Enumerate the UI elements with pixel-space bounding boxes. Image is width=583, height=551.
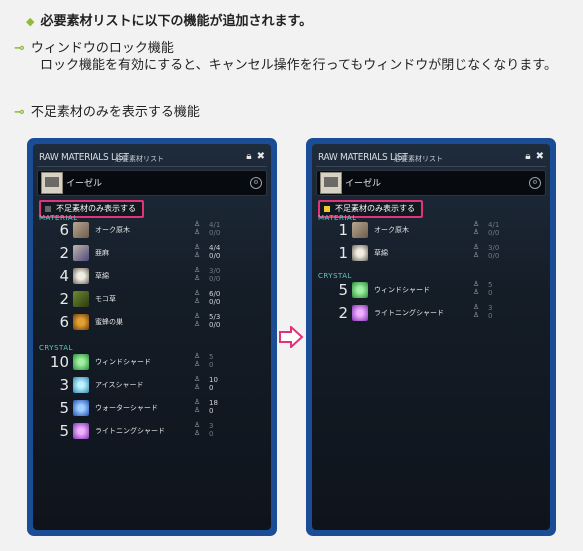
transition-arrow-icon (279, 326, 304, 348)
item-name: イーゼル (345, 179, 382, 189)
list-item[interactable]: 6 オーク原木 ♙ ♙ 4/1 0/0 (33, 220, 271, 240)
window-subtitle: 必要素材リスト (394, 155, 443, 163)
list-item[interactable]: 5 ウォーターシャード ♙ ♙ 18 0 (33, 398, 271, 418)
moko-grass-icon (73, 291, 89, 307)
list-item[interactable]: 2 ライトニングシャード ♙ ♙ 30 (312, 303, 550, 323)
oak-log-icon (73, 222, 89, 238)
cotton-icon (73, 268, 89, 284)
feature-bullet-filter: ⊸ 不足素材のみを表示する機能 (14, 104, 200, 121)
arrow-bullet-icon: ⊸ (14, 41, 25, 56)
recipe-item-bar: イーゼル ⚙ (37, 170, 267, 196)
lock-icon[interactable]: 🔒︎ (246, 151, 251, 162)
inventory-icon: ♙ ♙ (472, 280, 480, 296)
inventory-icon: ♙ ♙ (193, 312, 201, 328)
inventory-icon: ♙ ♙ (193, 266, 201, 282)
section-crystal: CRYSTAL (39, 344, 73, 352)
inventory-icon: ♙ ♙ (472, 220, 480, 236)
checkbox[interactable] (324, 206, 330, 212)
diamond-bullet-icon: ◆ (26, 15, 35, 28)
toggle-label: 不足素材のみ表示する (335, 204, 415, 213)
oak-log-icon (352, 222, 368, 238)
settings-icon[interactable]: ⚙ (529, 177, 541, 189)
window-titlebar: RAW MATERIALS LIST 必要素材リスト 🔒︎ ✖ (37, 150, 267, 167)
arrow-bullet-icon: ⊸ (14, 105, 25, 120)
inventory-icon: ♙ ♙ (193, 398, 201, 414)
window-titlebar: RAW MATERIALS LIST 必要素材リスト 🔒︎ ✖ (316, 150, 546, 167)
lightning-shard-icon (352, 305, 368, 321)
list-item[interactable]: 6 蜜蜂の巣 ♙ ♙ 5/3 0/0 (33, 312, 271, 332)
flax-icon (73, 245, 89, 261)
section-crystal: CRYSTAL (318, 272, 352, 280)
list-item[interactable]: 10 ウィンドシャード ♙ ♙ 50 (33, 352, 271, 372)
inventory-icon: ♙ ♙ (193, 352, 201, 368)
list-item[interactable]: 3 アイスシャード ♙ ♙ 10 0 (33, 375, 271, 395)
list-item[interactable]: 5 ライトニングシャード ♙ ♙ 30 (33, 421, 271, 441)
toggle-label: 不足素材のみ表示する (56, 204, 136, 213)
inventory-icon: ♙ ♙ (193, 243, 201, 259)
feature-title: ウィンドウのロック機能 (30, 41, 174, 56)
feature-bullet-lock: ⊸ ウィンドウのロック機能 ロック機能を有効にすると、キャンセル操作を行ってもウィ… (14, 40, 580, 74)
beehive-icon (73, 314, 89, 330)
tools-icon[interactable]: ✖ (536, 151, 544, 162)
feature-description: ロック機能を有効にすると、キャンセル操作を行ってもウィンドウが閉じなくなります。 (40, 58, 558, 73)
checkbox[interactable] (45, 206, 51, 212)
lock-icon[interactable]: 🔒︎ (525, 151, 530, 162)
lightning-shard-icon (73, 423, 89, 439)
page-heading: ◆ 必要素材リストに以下の機能が追加されます。 (26, 10, 312, 29)
inventory-icon: ♙ ♙ (472, 243, 480, 259)
inventory-icon: ♙ ♙ (472, 303, 480, 319)
wind-shard-icon (73, 354, 89, 370)
raw-materials-window-before: RAW MATERIALS LIST 必要素材リスト 🔒︎ ✖ イーゼル ⚙ 不足… (27, 138, 277, 536)
raw-materials-window-after: RAW MATERIALS LIST 必要素材リスト 🔒︎ ✖ イーゼル ⚙ 不足… (306, 138, 556, 536)
list-item[interactable]: 1 オーク原木 ♙ ♙ 4/1 0/0 (312, 220, 550, 240)
settings-icon[interactable]: ⚙ (250, 177, 262, 189)
item-name: イーゼル (66, 179, 103, 189)
feature-title: 不足素材のみを表示する機能 (30, 105, 200, 120)
list-item[interactable]: 4 草綿 ♙ ♙ 3/0 0/0 (33, 266, 271, 286)
water-shard-icon (73, 400, 89, 416)
window-subtitle: 必要素材リスト (115, 155, 164, 163)
list-item[interactable]: 2 モコ草 ♙ ♙ 6/0 0/0 (33, 289, 271, 309)
inventory-icon: ♙ ♙ (193, 375, 201, 391)
list-item[interactable]: 5 ウィンドシャード ♙ ♙ 50 (312, 280, 550, 300)
cotton-icon (352, 245, 368, 261)
heading-text: 必要素材リストに以下の機能が追加されます。 (40, 14, 313, 29)
list-item[interactable]: 1 草綿 ♙ ♙ 3/0 0/0 (312, 243, 550, 263)
recipe-item-bar: イーゼル ⚙ (316, 170, 546, 196)
tools-icon[interactable]: ✖ (257, 151, 265, 162)
inventory-icon: ♙ ♙ (193, 220, 201, 236)
wind-shard-icon (352, 282, 368, 298)
easel-icon (320, 172, 342, 194)
list-item[interactable]: 2 亜麻 ♙ ♙ 4/4 0/0 (33, 243, 271, 263)
ice-shard-icon (73, 377, 89, 393)
inventory-icon: ♙ ♙ (193, 421, 201, 437)
easel-icon (41, 172, 63, 194)
inventory-icon: ♙ ♙ (193, 289, 201, 305)
